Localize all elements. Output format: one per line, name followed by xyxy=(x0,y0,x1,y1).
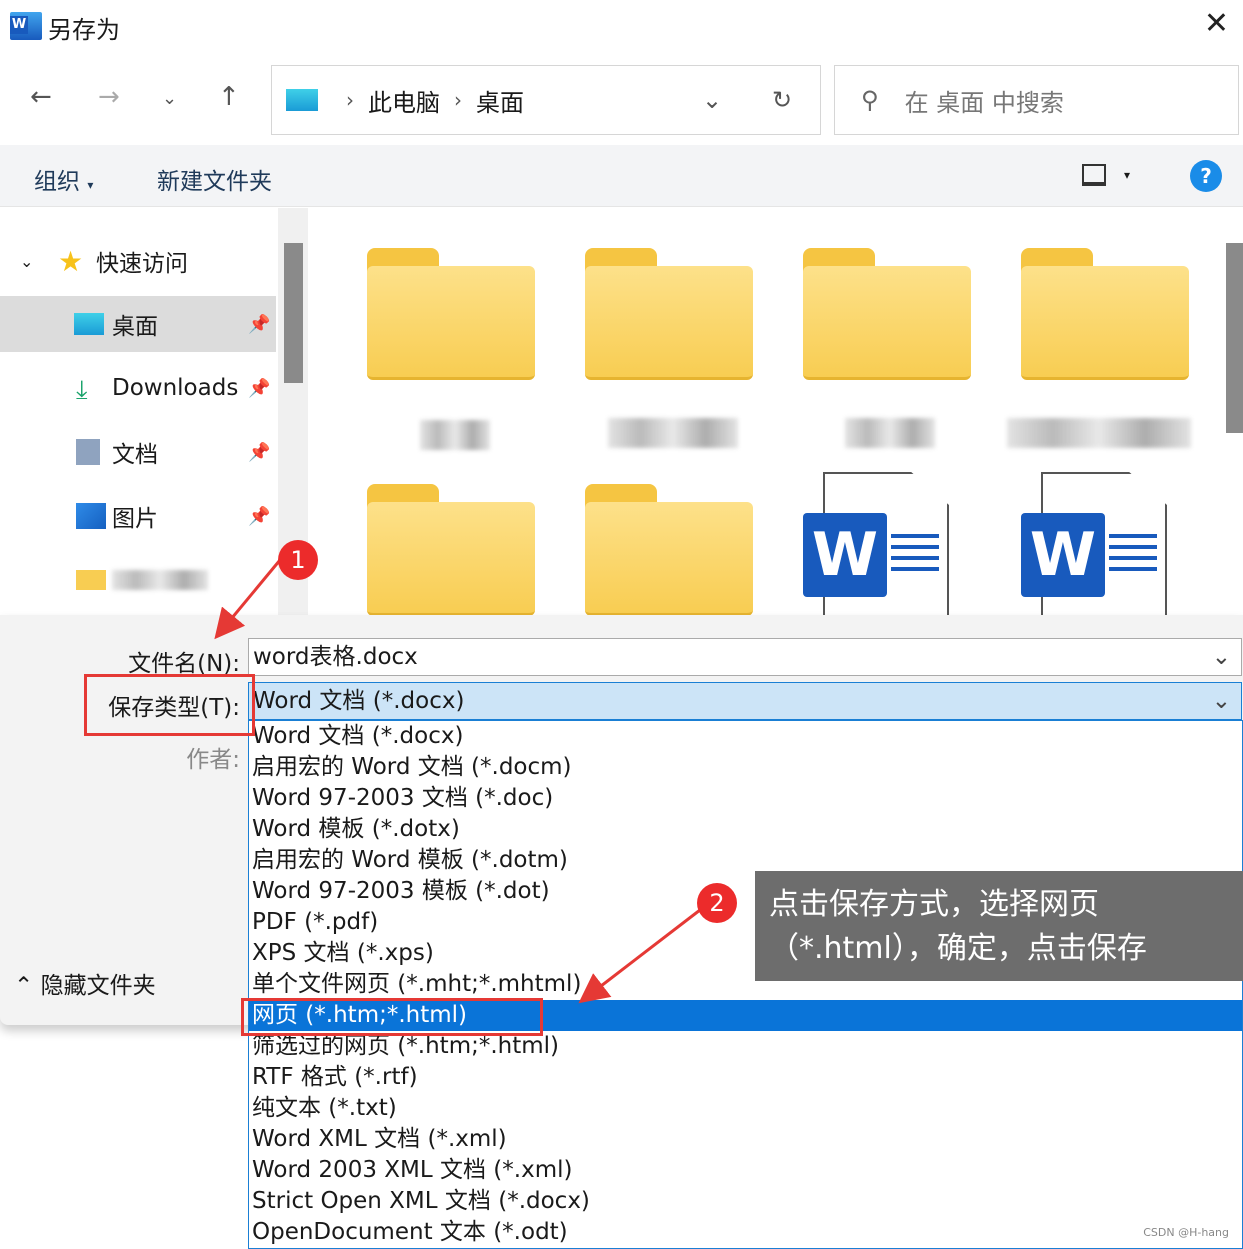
annotation-arrows xyxy=(214,559,701,1004)
step-2-badge: 2 xyxy=(697,883,737,923)
step-1-badge: 1 xyxy=(278,540,318,580)
arrow-2 xyxy=(578,908,701,1004)
arrow-1 xyxy=(214,559,282,640)
instruction-callout: 点击保存方式，选择网页（*.html），确定，点击保存 xyxy=(755,871,1243,981)
watermark: CSDN @H-hang xyxy=(1143,1226,1229,1239)
